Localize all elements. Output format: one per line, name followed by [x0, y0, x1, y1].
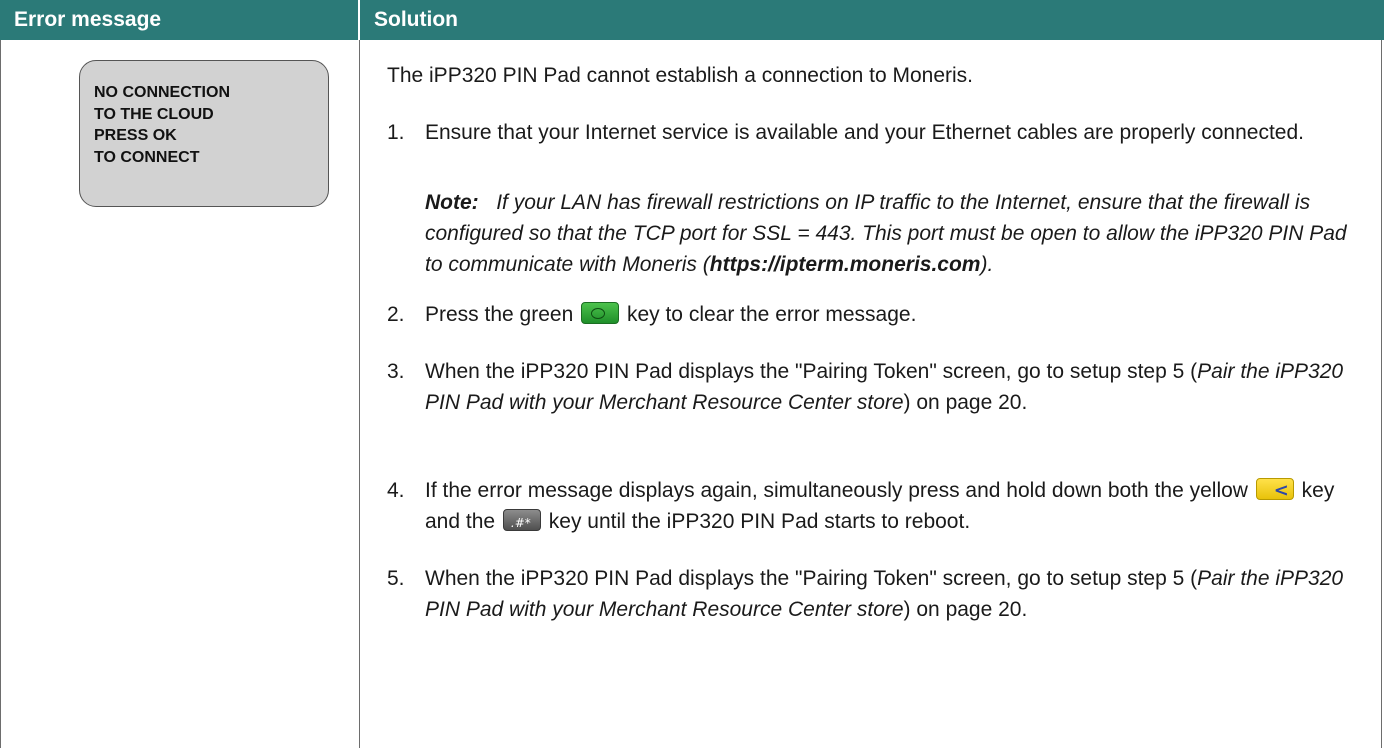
- table-right-border: [1381, 40, 1382, 748]
- screen-line: NO CONNECTION: [94, 84, 230, 101]
- step-number: 1.: [387, 121, 405, 144]
- step-text-part: ) on page 20.: [903, 391, 1028, 414]
- step-text-part: When the iPP320 PIN Pad displays the "Pa…: [425, 567, 1198, 590]
- step-text: When the iPP320 PIN Pad displays the "Pa…: [425, 356, 1355, 418]
- step-number: 4.: [387, 479, 405, 502]
- moneris-url: https://ipterm.moneris.com: [709, 253, 981, 276]
- pin-pad-screen-message: NO CONNECTION TO THE CLOUD PRESS OK TO C…: [79, 60, 329, 207]
- note-end: ).: [980, 253, 994, 276]
- step-number: 3.: [387, 360, 405, 383]
- step-text-part: When the iPP320 PIN Pad displays the "Pa…: [425, 360, 1198, 383]
- solution-column-header: Solution: [360, 0, 1384, 40]
- green-enter-key-icon: [581, 302, 620, 324]
- error-solution-table: Error message Solution NO CONNECTION TO …: [0, 0, 1384, 748]
- step-number: 5.: [387, 567, 405, 590]
- yellow-clear-key-icon: [1255, 475, 1294, 506]
- step-text-part: key to clear the error message.: [626, 303, 917, 326]
- step-text: If the error message displays again, sim…: [425, 475, 1355, 539]
- error-message-column-header: Error message: [0, 0, 358, 40]
- table-left-border: [0, 40, 1, 748]
- screen-line: TO THE CLOUD: [94, 105, 214, 123]
- step-number: 2.: [387, 303, 405, 326]
- firewall-note: Note: If your LAN has firewall restricti…: [425, 187, 1365, 280]
- screen-line: PRESS OK: [94, 127, 177, 144]
- step-text: When the iPP320 PIN Pad displays the "Pa…: [425, 563, 1355, 625]
- step-text-part: key until the iPP320 PIN Pad starts to r…: [548, 510, 971, 533]
- dot-hash-star-key-icon: [502, 508, 541, 539]
- step-text: Ensure that your Internet service is ava…: [425, 121, 1304, 144]
- step-text-part: Press the green: [425, 303, 574, 326]
- step-text-part: ) on page 20.: [903, 598, 1028, 621]
- note-label: Note:: [425, 191, 479, 214]
- column-divider: [359, 40, 360, 748]
- step-text: Press the green key to clear the error m…: [425, 299, 1355, 330]
- screen-line: TO CONNECT: [94, 148, 200, 166]
- step-text-part: If the error message displays again, sim…: [425, 479, 1248, 502]
- solution-intro: The iPP320 PIN Pad cannot establish a co…: [387, 64, 974, 87]
